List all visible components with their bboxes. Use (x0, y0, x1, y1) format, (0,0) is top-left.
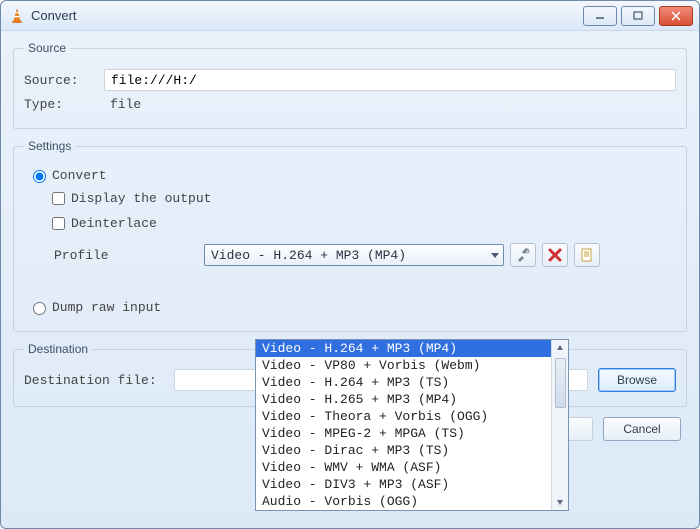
profile-combobox[interactable]: Video - H.264 + MP3 (MP4) (204, 244, 504, 266)
destination-legend: Destination (24, 342, 92, 356)
type-label: Type: (24, 97, 104, 112)
deinterlace-checkbox[interactable] (52, 217, 65, 230)
content-area: Source Source: Type: file Settings Conve… (1, 31, 699, 528)
close-button[interactable] (659, 6, 693, 26)
tools-icon (516, 248, 530, 262)
edit-profile-button[interactable] (510, 243, 536, 267)
scroll-down-icon[interactable] (552, 494, 568, 510)
display-output-checkbox[interactable] (52, 192, 65, 205)
convert-window: Convert Source Source: Type: file (0, 0, 700, 529)
dump-radio-label: Dump raw input (52, 300, 161, 315)
profile-selected-text: Video - H.264 + MP3 (MP4) (211, 248, 406, 263)
source-input[interactable] (104, 69, 676, 91)
profile-option[interactable]: Video - H.264 + MP3 (TS) (256, 374, 551, 391)
source-legend: Source (24, 41, 70, 55)
convert-radio-label: Convert (52, 168, 107, 183)
dump-radio-row[interactable]: Dump raw input (28, 299, 676, 315)
cancel-button[interactable]: Cancel (603, 417, 681, 441)
source-label: Source: (24, 73, 104, 88)
profile-option[interactable]: Video - DIV3 + MP3 (ASF) (256, 476, 551, 493)
delete-icon (548, 248, 562, 262)
convert-radio-row[interactable]: Convert (28, 167, 676, 183)
browse-button[interactable]: Browse (598, 368, 676, 392)
profile-option[interactable]: Video - VP80 + Vorbis (Webm) (256, 357, 551, 374)
scroll-thumb[interactable] (555, 358, 566, 408)
profile-option[interactable]: Video - Theora + Vorbis (OGG) (256, 408, 551, 425)
profile-option[interactable]: Video - H.265 + MP3 (MP4) (256, 391, 551, 408)
destination-label: Destination file: (24, 373, 174, 388)
profile-option[interactable]: Video - WMV + WMA (ASF) (256, 459, 551, 476)
scroll-up-icon[interactable] (552, 340, 568, 356)
settings-group: Settings Convert Display the output Dein… (13, 139, 687, 332)
window-title: Convert (31, 8, 77, 23)
profile-option[interactable]: Audio - Vorbis (OGG) (256, 493, 551, 510)
delete-profile-button[interactable] (542, 243, 568, 267)
profile-row: Profile Video - H.264 + MP3 (MP4) (54, 243, 676, 267)
chevron-down-icon (491, 253, 499, 258)
profile-dropdown-list: Video - H.264 + MP3 (MP4)Video - VP80 + … (256, 340, 551, 510)
dump-radio[interactable] (33, 302, 46, 315)
type-value: file (104, 97, 141, 112)
display-output-row[interactable]: Display the output (48, 189, 676, 208)
convert-radio[interactable] (33, 170, 46, 183)
new-profile-icon (580, 248, 594, 262)
profile-option[interactable]: Video - MPEG-2 + MPGA (TS) (256, 425, 551, 442)
profile-dropdown[interactable]: Video - H.264 + MP3 (MP4)Video - VP80 + … (255, 339, 569, 511)
deinterlace-row[interactable]: Deinterlace (48, 214, 676, 233)
minimize-button[interactable] (583, 6, 617, 26)
display-output-label: Display the output (71, 191, 211, 206)
profile-option[interactable]: Video - H.264 + MP3 (MP4) (256, 340, 551, 357)
settings-legend: Settings (24, 139, 75, 153)
maximize-button[interactable] (621, 6, 655, 26)
window-controls (583, 6, 693, 26)
vlc-cone-icon (9, 8, 25, 24)
profile-label: Profile (54, 248, 204, 263)
source-group: Source Source: Type: file (13, 41, 687, 129)
profile-option[interactable]: Video - Dirac + MP3 (TS) (256, 442, 551, 459)
scrollbar[interactable] (551, 340, 568, 510)
titlebar: Convert (1, 1, 699, 31)
deinterlace-label: Deinterlace (71, 216, 157, 231)
new-profile-button[interactable] (574, 243, 600, 267)
